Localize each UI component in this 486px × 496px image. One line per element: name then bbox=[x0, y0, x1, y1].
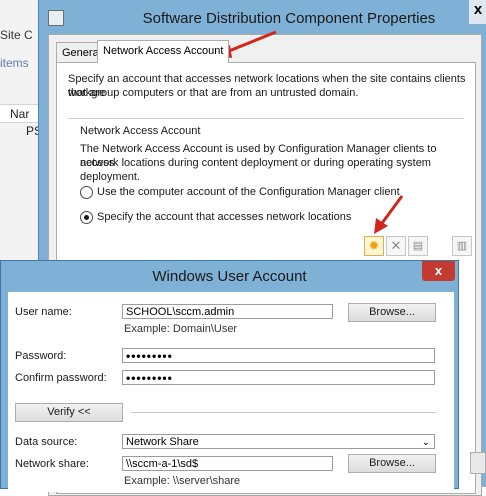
copy-icon[interactable]: ▥ bbox=[452, 236, 472, 256]
network-share-input[interactable]: \\sccm-a-1\sd$ bbox=[122, 456, 333, 471]
properties-icon[interactable]: ▤ bbox=[408, 236, 428, 256]
close-button[interactable]: x bbox=[469, 0, 486, 24]
data-source-select[interactable]: Network Share ⌄ bbox=[122, 434, 435, 449]
password-input[interactable]: ••••••••• bbox=[122, 348, 435, 363]
delete-icon[interactable]: ✕ bbox=[386, 236, 406, 256]
data-source-value: Network Share bbox=[126, 436, 199, 448]
confirm-password-input[interactable]: ••••••••• bbox=[122, 370, 435, 385]
group-separator bbox=[68, 118, 464, 119]
radio-computer-account-label[interactable]: Use the computer account of the Configur… bbox=[97, 185, 400, 199]
windows-user-account-dialog: Windows User Account x User name: SCHOOL… bbox=[0, 260, 459, 492]
password-label: Password: bbox=[15, 350, 67, 362]
username-input[interactable]: SCHOOL\sccm.admin bbox=[122, 304, 333, 319]
radio-specify-account-label[interactable]: Specify the account that accesses networ… bbox=[97, 210, 351, 224]
window-icon bbox=[48, 10, 64, 26]
new-account-icon[interactable]: ✹ bbox=[364, 236, 384, 256]
items-link[interactable]: items bbox=[0, 56, 29, 70]
radio-computer-account[interactable] bbox=[80, 186, 93, 199]
annotation-arrow-new bbox=[374, 195, 404, 234]
chevron-down-icon[interactable]: ⌄ bbox=[422, 435, 430, 450]
browse-share-button[interactable]: Browse... bbox=[348, 454, 436, 473]
tab-network-access-account[interactable]: Network Access Account bbox=[97, 40, 230, 63]
dialog-title: Windows User Account bbox=[152, 268, 307, 285]
radio-specify-account[interactable] bbox=[80, 211, 93, 224]
site-label: Site C bbox=[0, 28, 33, 42]
dialog-button-partial[interactable] bbox=[470, 452, 486, 474]
username-example: Example: Domain\User bbox=[124, 323, 238, 335]
browse-user-button[interactable]: Browse... bbox=[348, 303, 436, 322]
group-description-line2: network locations during content deploym… bbox=[80, 157, 431, 183]
name-column-header[interactable]: Nar bbox=[10, 107, 29, 121]
dialog-title: Software Distribution Component Properti… bbox=[142, 10, 436, 27]
verify-button[interactable]: Verify << bbox=[15, 403, 123, 422]
group-title: Network Access Account bbox=[80, 125, 201, 137]
confirm-password-label: Confirm password: bbox=[15, 372, 107, 384]
close-button[interactable]: x bbox=[422, 261, 455, 281]
intro-text-line2: workgroup computers or that are from an … bbox=[68, 87, 359, 99]
network-share-label: Network share: bbox=[15, 458, 89, 470]
network-share-example: Example: \\server\share bbox=[124, 475, 241, 487]
username-label: User name: bbox=[15, 306, 72, 318]
data-source-label: Data source: bbox=[15, 436, 78, 448]
section-separator bbox=[131, 412, 436, 413]
